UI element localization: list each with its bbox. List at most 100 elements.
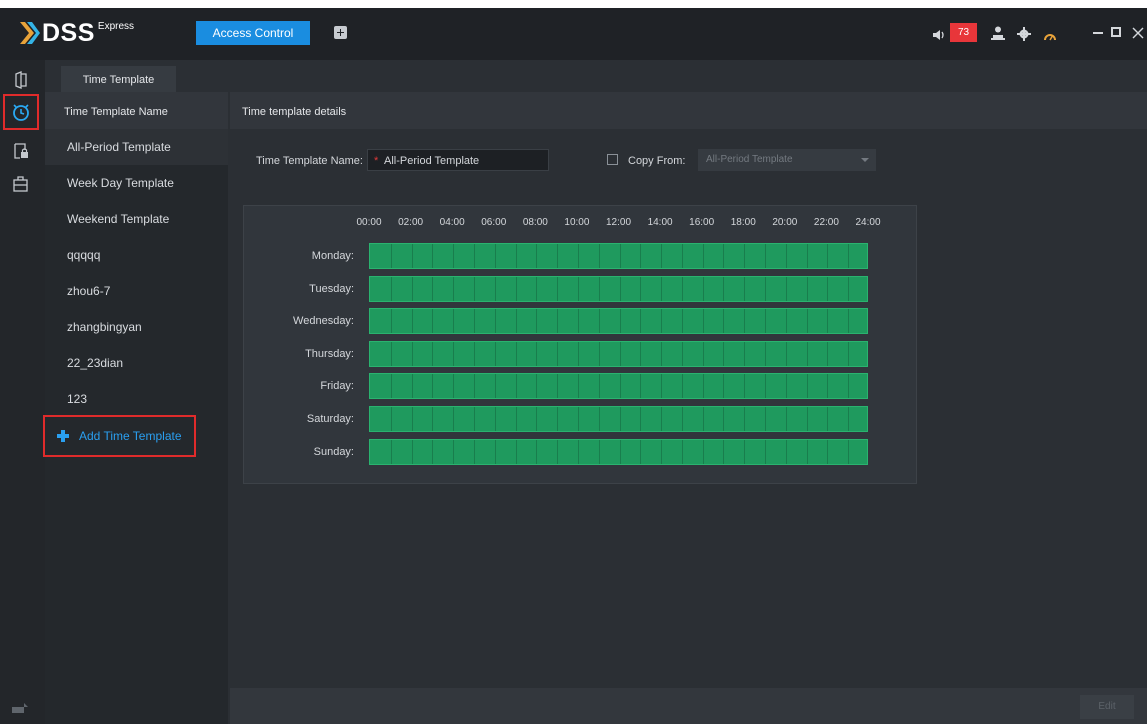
hour-gridline [827, 276, 829, 301]
brand-edition: Express [97, 21, 135, 32]
hour-gridline [806, 439, 808, 464]
hour-gridline [702, 374, 704, 399]
template-details-pane: Time template details Time Template Name… [230, 92, 1147, 724]
hour-gridline [536, 244, 538, 268]
hour-gridline [453, 276, 455, 301]
list-item[interactable]: 22_23dian [45, 345, 228, 381]
day-label: Sunday: [313, 445, 354, 458]
hour-gridline [619, 407, 621, 431]
hour-gridline [411, 309, 413, 334]
hour-gridline [453, 244, 455, 268]
list-item[interactable]: zhou6-7 [45, 273, 228, 309]
collapse-menu-icon[interactable] [12, 700, 28, 713]
list-item[interactable]: Weekend Template [45, 201, 228, 237]
close-icon[interactable] [1131, 25, 1145, 39]
hour-gridline [723, 276, 725, 301]
add-time-template-button[interactable]: Add Time Template [43, 415, 196, 457]
hour-gridline [702, 341, 704, 366]
hour-gridline [785, 439, 787, 464]
day-period-bar[interactable] [369, 243, 868, 269]
hour-gridline [681, 341, 683, 366]
day-period-bar[interactable] [369, 438, 868, 465]
maximize-icon[interactable] [1111, 27, 1121, 37]
tab-access-control[interactable]: Access Control [196, 21, 310, 45]
hour-tick-label: 00:00 [356, 217, 382, 228]
day-period-bar[interactable] [369, 275, 868, 302]
access-level-lock-icon[interactable] [8, 139, 34, 165]
list-item[interactable]: Week Day Template [45, 165, 228, 201]
hour-gridline [494, 439, 496, 464]
hour-gridline [640, 407, 642, 431]
tab-time-template[interactable]: Time Template [61, 66, 176, 92]
template-name-input[interactable]: * All-Period Template [367, 149, 549, 171]
alarm-count-badge[interactable]: 73 [950, 23, 977, 42]
hour-gridline [744, 439, 746, 464]
hour-gridline [598, 276, 600, 301]
hour-gridline [390, 276, 392, 301]
day-period-bar[interactable] [369, 373, 868, 400]
hour-tick-label: 22:00 [813, 217, 839, 228]
copy-from-checkbox[interactable] [607, 154, 618, 165]
hour-gridline [432, 309, 434, 334]
hour-gridline [827, 244, 829, 268]
hour-gridline [681, 407, 683, 431]
hour-gridline [515, 244, 517, 268]
hour-gridline [619, 276, 621, 301]
hour-gridline [723, 309, 725, 334]
list-item[interactable]: zhangbingyan [45, 309, 228, 345]
hour-gridline [494, 309, 496, 334]
hour-gridline [619, 341, 621, 366]
performance-gauge-icon[interactable] [1043, 27, 1057, 41]
hour-gridline [598, 309, 600, 334]
day-label: Thursday: [305, 347, 354, 360]
list-item[interactable]: All-Period Template [45, 129, 228, 165]
hour-gridline [390, 341, 392, 366]
day-label: Monday: [311, 250, 354, 262]
hour-gridline [473, 374, 475, 399]
hour-gridline [827, 439, 829, 464]
hour-gridline [411, 439, 413, 464]
minimize-icon[interactable] [1093, 32, 1103, 34]
hour-gridline [515, 374, 517, 399]
copy-from-label: Copy From: [628, 155, 686, 167]
user-icon[interactable] [991, 25, 1005, 41]
copy-from-select[interactable]: All-Period Template [698, 149, 876, 171]
door-control-icon[interactable] [8, 68, 34, 94]
hour-tick-label: 18:00 [730, 217, 756, 228]
hour-gridline [473, 244, 475, 268]
required-marker: * [374, 155, 379, 167]
time-template-alarm-clock-icon[interactable] [3, 94, 39, 130]
hour-gridline [681, 276, 683, 301]
personnel-briefcase-icon[interactable] [8, 172, 34, 198]
hour-gridline [640, 276, 642, 301]
title-bar: DSS Express Access Control 73 [0, 8, 1147, 60]
hour-gridline [681, 244, 683, 268]
day-period-bar[interactable] [369, 308, 868, 335]
speaker-icon[interactable] [932, 27, 946, 41]
hour-gridline [536, 374, 538, 399]
hour-gridline [723, 407, 725, 431]
hour-gridline [577, 309, 579, 334]
left-rail [0, 60, 45, 724]
day-period-bar[interactable] [369, 406, 868, 432]
list-item[interactable]: 123 [45, 381, 228, 417]
hour-gridline [806, 309, 808, 334]
hour-gridline [640, 244, 642, 268]
day-period-bar[interactable] [369, 340, 868, 367]
hour-gridline [848, 374, 850, 399]
hour-gridline [640, 341, 642, 366]
hour-gridline [453, 439, 455, 464]
hour-gridline [765, 374, 767, 399]
hour-gridline [432, 439, 434, 464]
hour-gridline [598, 439, 600, 464]
hour-gridline [619, 439, 621, 464]
hour-gridline [681, 374, 683, 399]
hour-tick-label: 04:00 [439, 217, 465, 228]
add-tab-icon[interactable] [334, 26, 347, 39]
hour-gridline [827, 309, 829, 334]
list-item[interactable]: qqqqq [45, 237, 228, 273]
hour-gridline [848, 341, 850, 366]
gear-icon[interactable] [1017, 26, 1031, 41]
hour-gridline [577, 374, 579, 399]
edit-button[interactable]: Edit [1080, 695, 1134, 719]
